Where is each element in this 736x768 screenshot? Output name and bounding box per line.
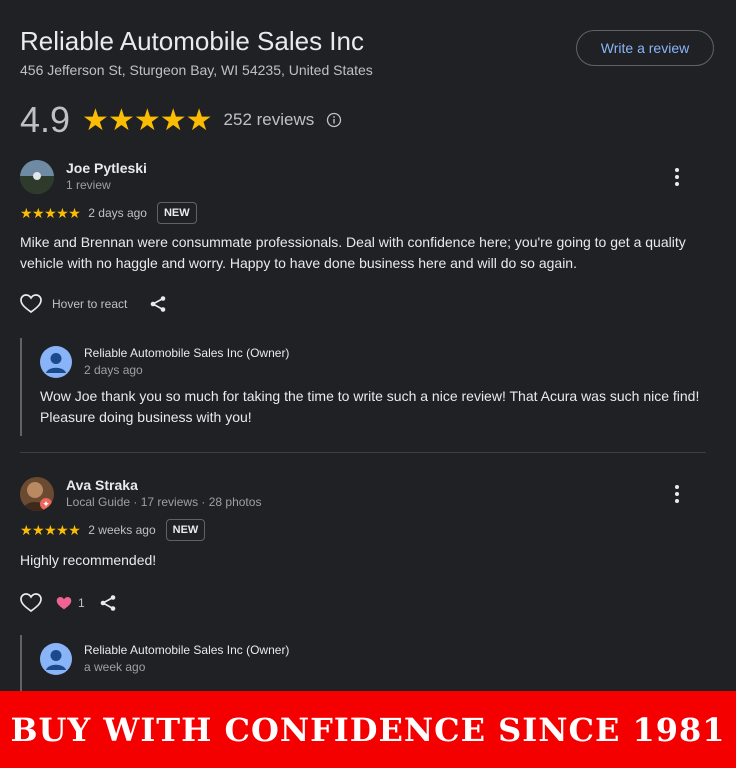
review-rating: ★★★★★ 2 weeks ago NEW xyxy=(20,519,206,541)
owner-reply: Reliable Automobile Sales Inc (Owner) 2 … xyxy=(20,338,710,436)
write-review-button[interactable]: Write a review xyxy=(576,30,714,66)
write-review-label: Write a review xyxy=(600,40,690,56)
more-vert-icon[interactable] xyxy=(670,166,684,188)
reaction-count: 1 xyxy=(78,596,85,610)
reviewer-name[interactable]: Ava Straka xyxy=(66,477,138,493)
review-divider xyxy=(20,452,706,453)
review-time: 2 days ago xyxy=(88,206,147,220)
reviewer-name[interactable]: Joe Pytleski xyxy=(66,160,147,176)
new-badge: NEW xyxy=(156,202,197,224)
review-card: Joe Pytleski 1 review ★★★★★ 2 days ago N… xyxy=(20,160,710,440)
review-card: ✦ Ava Straka Local Guide · 17 reviews · … xyxy=(20,477,710,691)
banner-text: BUY WITH CONFIDENCE SINCE 1981 xyxy=(10,710,726,749)
business-name: Reliable Automobile Sales Inc xyxy=(20,26,364,56)
business-address: 456 Jefferson St, Sturgeon Bay, WI 54235… xyxy=(20,62,373,78)
reviewer-meta: Local Guide · 17 reviews · 28 photos xyxy=(66,495,262,509)
info-icon[interactable] xyxy=(326,112,342,128)
avatar[interactable] xyxy=(20,160,54,194)
rating-stars: ★★★★★ xyxy=(82,103,212,137)
avatar[interactable]: ✦ xyxy=(20,477,54,511)
review-stars: ★★★★★ xyxy=(20,521,81,538)
react-label: Hover to react xyxy=(52,297,128,311)
owner-name: Reliable Automobile Sales Inc (Owner) xyxy=(84,643,290,657)
heart-icon[interactable] xyxy=(20,593,42,613)
review-time: 2 weeks ago xyxy=(88,523,156,537)
reply-time: 2 days ago xyxy=(84,363,143,377)
reply-time: a week ago xyxy=(84,660,146,674)
heart-reaction-icon xyxy=(56,596,72,609)
review-text: Mike and Brennan were consummate profess… xyxy=(20,234,686,271)
owner-reply: Reliable Automobile Sales Inc (Owner) a … xyxy=(20,635,710,691)
share-icon[interactable] xyxy=(149,295,167,313)
average-rating: 4.9 xyxy=(20,99,71,140)
review-count[interactable]: 252 reviews xyxy=(224,110,315,130)
review-actions: 1 xyxy=(20,593,117,613)
share-icon[interactable] xyxy=(99,594,117,612)
owner-name: Reliable Automobile Sales Inc (Owner) xyxy=(84,346,290,360)
rating-summary: 4.9 ★★★★★ 252 reviews xyxy=(20,98,342,142)
owner-avatar[interactable] xyxy=(40,643,72,675)
promo-banner: BUY WITH CONFIDENCE SINCE 1981 xyxy=(0,691,736,768)
heart-icon[interactable] xyxy=(20,294,42,314)
reviewer-meta: 1 review xyxy=(66,178,111,192)
owner-avatar[interactable] xyxy=(40,346,72,378)
svg-text:✦: ✦ xyxy=(42,500,50,510)
review-actions: Hover to react xyxy=(20,294,167,314)
reply-text: Wow Joe thank you so much for taking the… xyxy=(40,388,700,425)
review-stars: ★★★★★ xyxy=(20,204,81,221)
review-rating: ★★★★★ 2 days ago NEW xyxy=(20,202,197,224)
review-text: Highly recommended! xyxy=(20,552,157,568)
more-vert-icon[interactable] xyxy=(670,483,684,505)
new-badge: NEW xyxy=(165,519,206,541)
